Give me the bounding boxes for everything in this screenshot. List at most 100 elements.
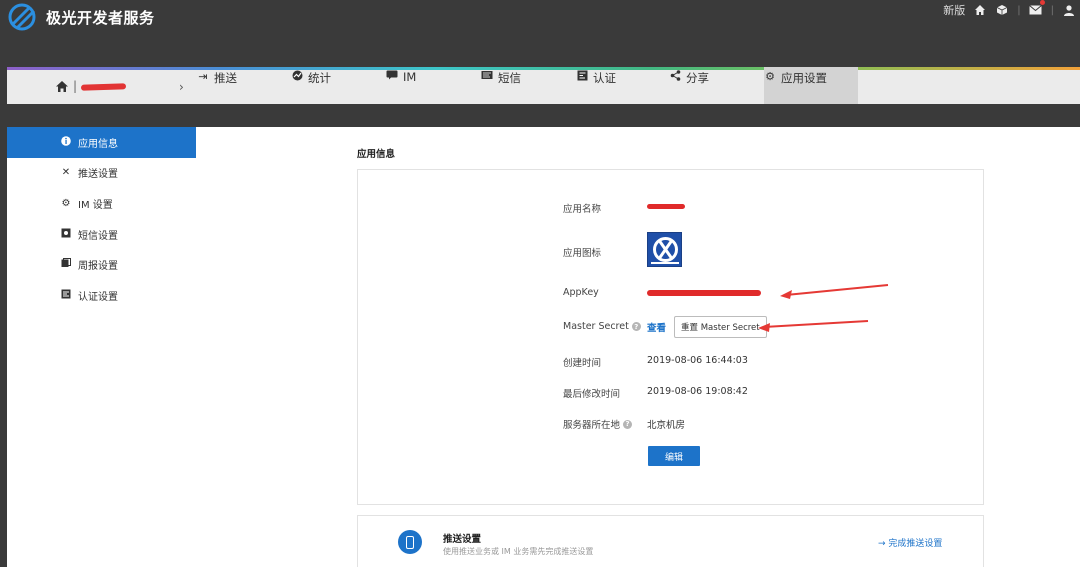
brand-name: 极光开发者服务 <box>46 8 155 27</box>
appkey-value <box>647 290 761 296</box>
breadcrumb-home[interactable]: | <box>55 79 127 93</box>
nav-label: 分享 <box>686 71 709 85</box>
share-icon <box>669 70 681 84</box>
nav-share[interactable]: 分享 <box>669 67 709 104</box>
notification-dot <box>1039 0 1045 5</box>
label-text: 最后修改时间 <box>563 389 621 400</box>
app-name-label: 应用名称 <box>563 201 601 215</box>
mail-icon[interactable] <box>1029 0 1045 17</box>
cube-icon[interactable] <box>995 3 1009 17</box>
home-icon[interactable] <box>973 3 987 17</box>
sidebar-item-label: 周报设置 <box>78 261 118 273</box>
jiguang-logo-icon <box>8 3 36 31</box>
created-time-label: 创建时间 <box>563 355 601 369</box>
sidebar-item-sms-settings[interactable]: 短信设置 <box>7 219 196 250</box>
new-version-link[interactable]: 新版 <box>943 2 965 18</box>
divider: | <box>73 79 78 93</box>
sms-icon <box>60 228 72 241</box>
nav-stats[interactable]: 统计 <box>291 67 331 104</box>
nav-app-settings[interactable]: ⚙ 应用设置 <box>764 67 858 104</box>
label-text: AppKey <box>563 287 599 298</box>
complete-push-settings-link[interactable]: → 完成推送设置 <box>878 536 942 549</box>
nav-push[interactable]: ⇥ 推送 <box>197 67 237 104</box>
sms-icon <box>481 70 493 83</box>
master-secret-value: 查看 重置 Master Secret <box>647 316 767 338</box>
nav-label: 统计 <box>308 71 331 85</box>
app-icon-label: 应用图标 <box>563 245 601 259</box>
stats-icon <box>291 70 303 84</box>
sidebar-item-label: 应用信息 <box>78 138 118 150</box>
edit-button[interactable]: 编辑 <box>648 446 700 466</box>
nav-verify[interactable]: 认证 <box>576 67 616 104</box>
appkey-label: AppKey <box>563 287 599 298</box>
chat-icon <box>386 70 398 83</box>
verify-icon <box>576 70 588 84</box>
phone-icon <box>398 530 422 554</box>
verify-icon <box>60 289 72 302</box>
product-navbar: | › ⇥ 推送 统计 IM 短信 认证 分享 ⚙ 应用设置 <box>7 67 1080 104</box>
label-text: 应用图标 <box>563 248 602 259</box>
nav-accent-bar <box>7 67 1080 70</box>
settings-sidebar: 应用信息 ✕ 推送设置 ⚙ IM 设置 短信设置 周报设置 认证设置 <box>7 127 196 567</box>
help-icon[interactable]: ? <box>631 322 641 331</box>
annotation-arrow-icon <box>780 284 889 299</box>
top-header: 极光开发者服务 新版 | | <box>0 0 1080 68</box>
sidebar-item-app-info[interactable]: 应用信息 <box>7 127 196 158</box>
info-icon <box>60 135 72 149</box>
nav-im[interactable]: IM <box>386 67 416 104</box>
annotation-arrow-icon <box>758 320 869 332</box>
server-location-label: 服务器所在地 ? <box>563 417 633 431</box>
divider: | <box>1017 4 1021 16</box>
sidebar-item-label: 认证设置 <box>78 291 118 303</box>
app-name-redaction <box>80 83 127 91</box>
label-text: 应用名称 <box>563 204 602 215</box>
gear-icon: ⚙ <box>61 197 71 209</box>
sidebar-item-verify-settings[interactable]: 认证设置 <box>7 280 196 311</box>
report-icon <box>60 258 72 271</box>
appkey-redaction <box>647 290 761 296</box>
master-secret-label: Master Secret ? <box>563 321 641 332</box>
sidebar-item-label: 推送设置 <box>78 169 118 181</box>
link-text: 完成推送设置 <box>888 539 943 549</box>
sidebar-item-label: IM 设置 <box>78 199 113 211</box>
nav-label: IM <box>403 70 417 84</box>
home-icon <box>56 80 68 92</box>
nav-sms[interactable]: 短信 <box>481 67 521 104</box>
push-card-desc: 使用推送业务或 IM 业务需先完成推送设置 <box>443 547 594 556</box>
tools-icon: ✕ <box>61 167 71 179</box>
app-icon-value <box>647 232 682 267</box>
created-time-value: 2019-08-06 16:44:03 <box>647 355 748 366</box>
brand-logo[interactable]: 极光开发者服务 <box>8 3 155 31</box>
sidebar-item-push-settings[interactable]: ✕ 推送设置 <box>7 158 196 189</box>
nav-label: 认证 <box>593 71 616 85</box>
sidebar-item-report-settings[interactable]: 周报设置 <box>7 249 196 280</box>
nav-label: 推送 <box>214 71 237 85</box>
modified-time-label: 最后修改时间 <box>563 386 620 400</box>
push-settings-card: 推送设置 使用推送业务或 IM 业务需先完成推送设置 → 完成推送设置 <box>357 515 984 567</box>
modified-time-value: 2019-08-06 19:08:42 <box>647 386 748 397</box>
label-text: 服务器所在地 <box>563 420 621 431</box>
help-icon[interactable]: ? <box>623 419 633 429</box>
push-card-title: 推送设置 <box>443 534 482 545</box>
main-content: 应用信息 应用名称 应用图标 AppKey Master Secret ? 查看… <box>196 127 1080 567</box>
gear-icon: ⚙ <box>765 70 775 83</box>
server-location-value: 北京机房 <box>647 420 686 431</box>
app-name-redaction <box>647 204 685 209</box>
app-info-card: 应用名称 应用图标 AppKey Master Secret ? 查看 重置 M… <box>357 169 984 505</box>
login-icon: ⇥ <box>198 70 208 83</box>
app-name-value <box>647 204 685 209</box>
nav-label: 应用设置 <box>781 71 827 85</box>
reset-master-secret-button[interactable]: 重置 Master Secret <box>674 316 767 338</box>
sidebar-item-label: 短信设置 <box>78 230 118 242</box>
nav-label: 短信 <box>498 71 521 85</box>
app-logo-icon <box>647 232 682 267</box>
sidebar-item-im-settings[interactable]: ⚙ IM 设置 <box>7 188 196 219</box>
chevron-right-icon[interactable]: › <box>179 80 184 94</box>
user-icon[interactable] <box>1062 3 1076 17</box>
top-right-toolbar: 新版 | | <box>943 0 1080 20</box>
label-text: 创建时间 <box>563 358 602 369</box>
view-secret-link[interactable]: 查看 <box>647 320 666 334</box>
label-text: Master Secret <box>563 321 629 332</box>
page-title: 应用信息 <box>357 149 396 160</box>
arrow-right-icon: → <box>878 539 889 549</box>
